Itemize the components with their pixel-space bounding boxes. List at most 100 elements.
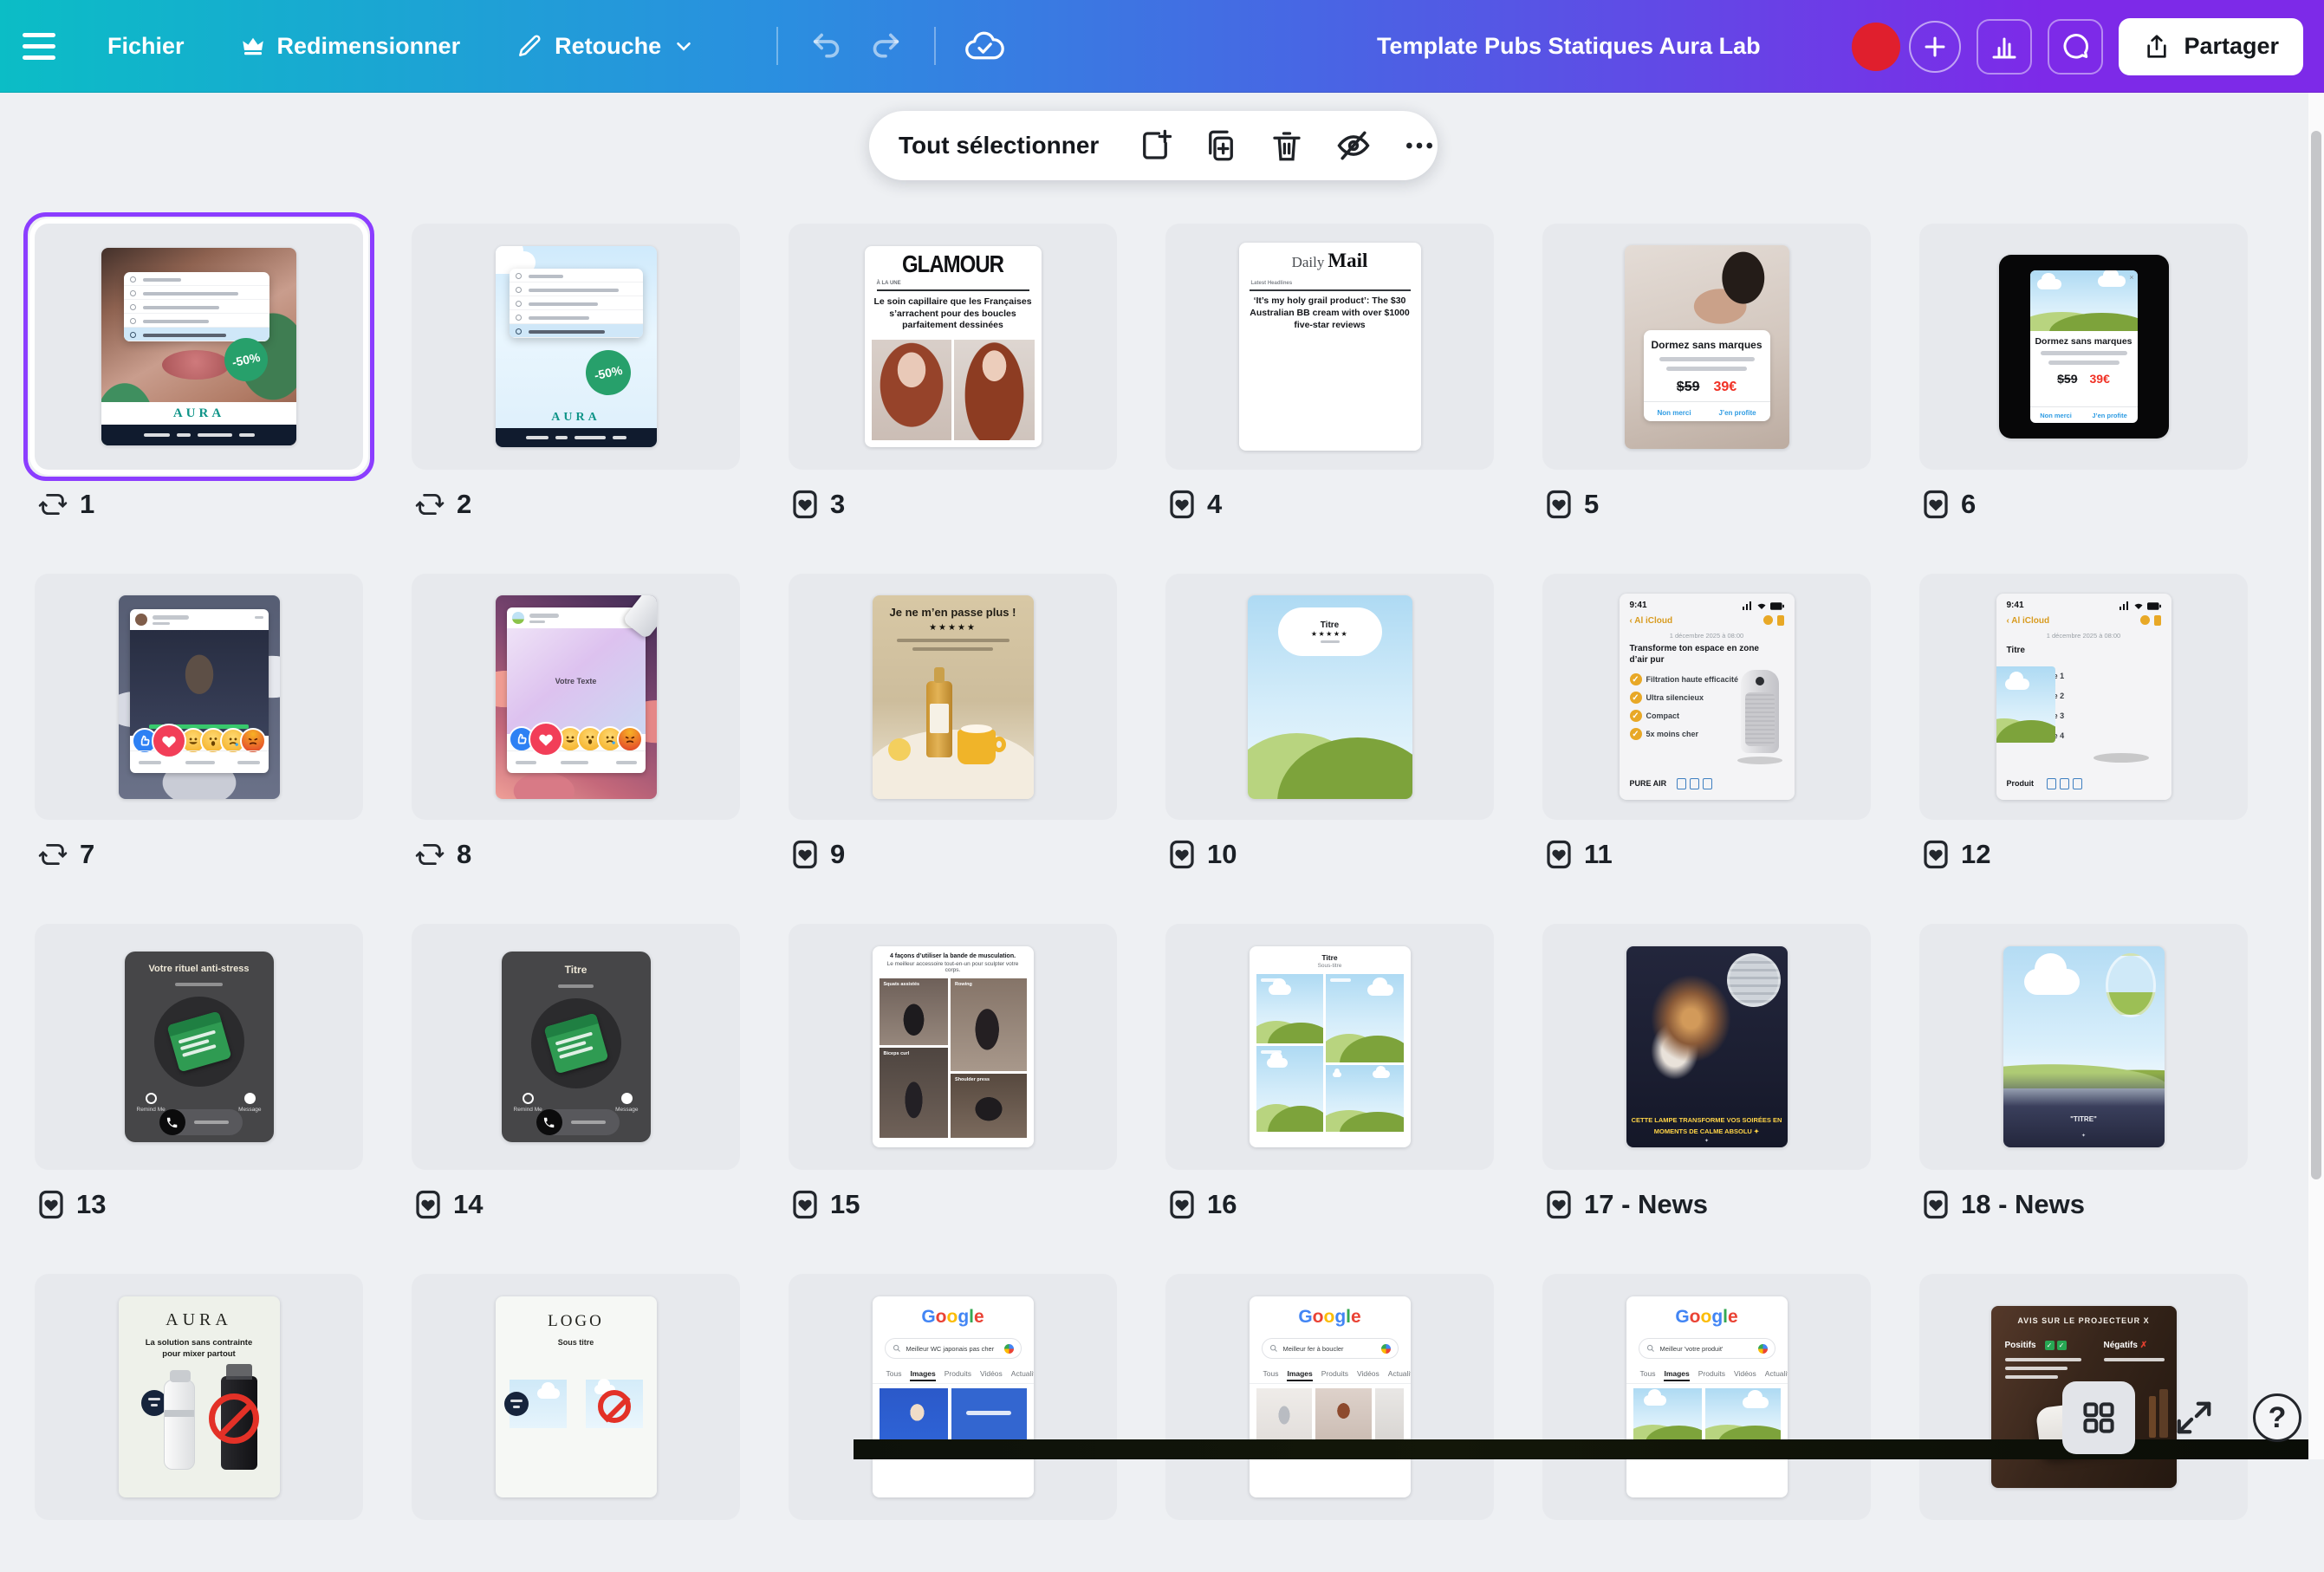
message-action: Message — [238, 1093, 261, 1113]
pages-toolbar: Tout sélectionner — [869, 111, 1438, 180]
brand-strip: AURA — [101, 402, 296, 425]
duplicate-page-icon[interactable] — [1203, 127, 1239, 165]
back-link: ‹ Al iCloud — [2007, 616, 2050, 626]
page-thumbnail-14[interactable]: Titre Remind Me Message — [412, 924, 740, 1170]
resize-menu[interactable]: Redimensionner — [240, 33, 461, 60]
photo-left — [872, 340, 952, 440]
pages-grid: -50% AURA 1 -50% AURA — [35, 224, 2249, 1572]
file-menu[interactable]: Fichier — [107, 33, 185, 60]
dismiss-link: Non merci — [2040, 412, 2072, 419]
help-button[interactable]: ? — [2253, 1393, 2301, 1442]
page-cell-22: Google Meilleur fer à boucler TousImages… — [1165, 1274, 1494, 1572]
scrollbar-track[interactable] — [2308, 93, 2324, 1459]
page-thumbnail-4[interactable]: Daily Mail Latest Headlines ‘It’s my hol… — [1165, 224, 1494, 470]
page-thumbnail-17[interactable]: CETTE LAMPE TRANSFORME VOS SOIRÉES EN MO… — [1542, 924, 1871, 1170]
discount-badge: -50% — [220, 334, 271, 385]
date-line: 1 décembre 2025 à 08:00 — [1620, 632, 1795, 640]
page-thumbnail-8[interactable]: Votre Texte — [412, 574, 740, 820]
undo-icon[interactable] — [804, 23, 849, 68]
press-logos-bar — [101, 425, 296, 445]
top-bar: Fichier Redimensionner Retouche Template… — [0, 0, 2324, 93]
redo-icon[interactable] — [863, 23, 908, 68]
review-title: AVIS SUR LE PROJECTEUR X — [1991, 1316, 2177, 1325]
offer-title: Dormez sans marques — [2030, 336, 2138, 347]
page-cell-5: Dormez sans marques $59 39€ Non merci J’… — [1542, 224, 1871, 522]
page-cell-13: Votre rituel anti-stress Remind Me — [35, 924, 363, 1222]
avatar[interactable] — [1852, 23, 1900, 71]
brand: PURE AIR — [1630, 779, 1667, 788]
search-suggestions-overlay — [124, 272, 269, 341]
page-thumbnail-15[interactable]: 4 façons d’utiliser la bande de musculat… — [789, 924, 1117, 1170]
placeholder-collage — [1256, 974, 1404, 1132]
page-thumbnail-3[interactable]: GLAMOUR À LA UNE Le soin capillaire que … — [789, 224, 1117, 470]
result-tabs: TousImagesProduitsVidéosActualités — [886, 1369, 1034, 1381]
cloud-text-box: Titre ★★★★★ — [1278, 607, 1382, 656]
headline: Le soin capillaire que les Françaises s’… — [873, 296, 1033, 332]
image-right — [586, 1380, 643, 1428]
search-query: Meilleur WC japonais pas cher — [906, 1345, 999, 1353]
add-page-icon[interactable] — [1137, 127, 1173, 165]
select-all-button[interactable]: Tout sélectionner — [899, 132, 1099, 159]
scrollbar-thumb[interactable] — [2311, 131, 2321, 1179]
liked-page-icon — [1923, 489, 1949, 520]
page-thumbnail-6[interactable]: × Dormez sans marques $59 39€ Non merci … — [1919, 224, 2248, 470]
divider — [934, 27, 936, 65]
page-thumbnail-13[interactable]: Votre rituel anti-stress Remind Me — [35, 924, 363, 1170]
page-thumbnail-20[interactable]: LOGO Sous titre — [412, 1274, 740, 1520]
edit-menu[interactable]: Retouche — [516, 32, 695, 60]
answer-slider — [536, 1109, 620, 1135]
page-thumbnail-23[interactable]: Google Meilleur 'votre produit' TousImag… — [1542, 1274, 1871, 1520]
more-options-icon[interactable] — [1402, 127, 1437, 165]
ad-visual: "TITRE" ✦ — [2003, 946, 2165, 1147]
ad-visual: GLAMOUR À LA UNE Le soin capillaire que … — [865, 246, 1042, 447]
fullscreen-button[interactable] — [2168, 1392, 2220, 1444]
hide-page-icon[interactable] — [1334, 127, 1373, 165]
add-member-button[interactable] — [1909, 21, 1961, 73]
page-thumbnail-22[interactable]: Google Meilleur fer à boucler TousImages… — [1165, 1274, 1494, 1520]
search-bar: Meilleur WC japonais pas cher — [885, 1338, 1022, 1359]
cta-link: J’en profite — [2092, 412, 2126, 419]
menu-icon[interactable] — [23, 33, 75, 60]
status-time: 9:41 — [2007, 601, 2024, 610]
image-left — [510, 1380, 567, 1428]
bullet-3: Compact — [1646, 711, 1680, 720]
page-thumbnail-2[interactable]: -50% AURA — [412, 224, 740, 470]
grid-view-button[interactable] — [2062, 1381, 2135, 1454]
page-label-20 — [412, 1537, 740, 1572]
page-thumbnail-9[interactable]: Je ne m’en passe plus ! ★★★★★ — [789, 574, 1117, 820]
text-lines-placeholder — [1659, 357, 1755, 371]
lips-photo — [162, 350, 230, 380]
page-label-9: 9 — [789, 837, 1117, 872]
insights-button[interactable] — [1977, 19, 2032, 75]
page-thumbnail-18[interactable]: "TITRE" ✦ — [1919, 924, 2248, 1170]
comments-button[interactable] — [2048, 19, 2103, 75]
page-thumbnail-11[interactable]: 9:41 ‹ Al iCloud 1 décembre 2025 à 08:00… — [1542, 574, 1871, 820]
page-thumbnail-21[interactable]: Google Meilleur WC japonais pas cher Tou… — [789, 1274, 1117, 1520]
page-thumbnail-1[interactable]: -50% AURA — [35, 224, 363, 470]
ad-visual — [119, 595, 280, 799]
share-button[interactable]: Partager — [2119, 18, 2303, 75]
page-thumbnail-19[interactable]: AURA La solution sans contrainte pour mi… — [35, 1274, 363, 1520]
share-icon — [2143, 33, 2171, 61]
page-thumbnail-10[interactable]: Titre ★★★★★ — [1165, 574, 1494, 820]
page-thumbnail-12[interactable]: 9:41 ‹ Al iCloud 1 décembre 2025 à 08:00… — [1919, 574, 2248, 820]
mug — [958, 730, 996, 764]
page-label-11: 11 — [1542, 837, 1871, 872]
design-title[interactable]: Template Pubs Statiques Aura Lab — [1377, 0, 1761, 93]
page-thumbnail-16[interactable]: Titre Sous-titre — [1165, 924, 1494, 1170]
delete-page-icon[interactable] — [1269, 127, 1305, 165]
crown-icon — [240, 33, 266, 59]
page-cell-6: × Dormez sans marques $59 39€ Non merci … — [1919, 224, 2248, 522]
result-tabs: TousImagesProduitsVidéosActualités — [1640, 1369, 1788, 1381]
text-lines-placeholder — [897, 639, 1009, 651]
page-label-18: 18 - News — [1919, 1187, 2248, 1222]
dismiss-link: Non merci — [1657, 409, 1691, 417]
photo-right — [954, 340, 1035, 440]
page-thumbnail-7[interactable] — [35, 574, 363, 820]
cloud-saved-icon — [962, 23, 1007, 68]
page-cell-4: Daily Mail Latest Headlines ‘It’s my hol… — [1165, 224, 1494, 522]
page-thumbnail-5[interactable]: Dormez sans marques $59 39€ Non merci J’… — [1542, 224, 1871, 470]
masthead: Daily Mail — [1239, 250, 1421, 272]
cloud — [2024, 969, 2080, 995]
photos — [872, 340, 1035, 440]
